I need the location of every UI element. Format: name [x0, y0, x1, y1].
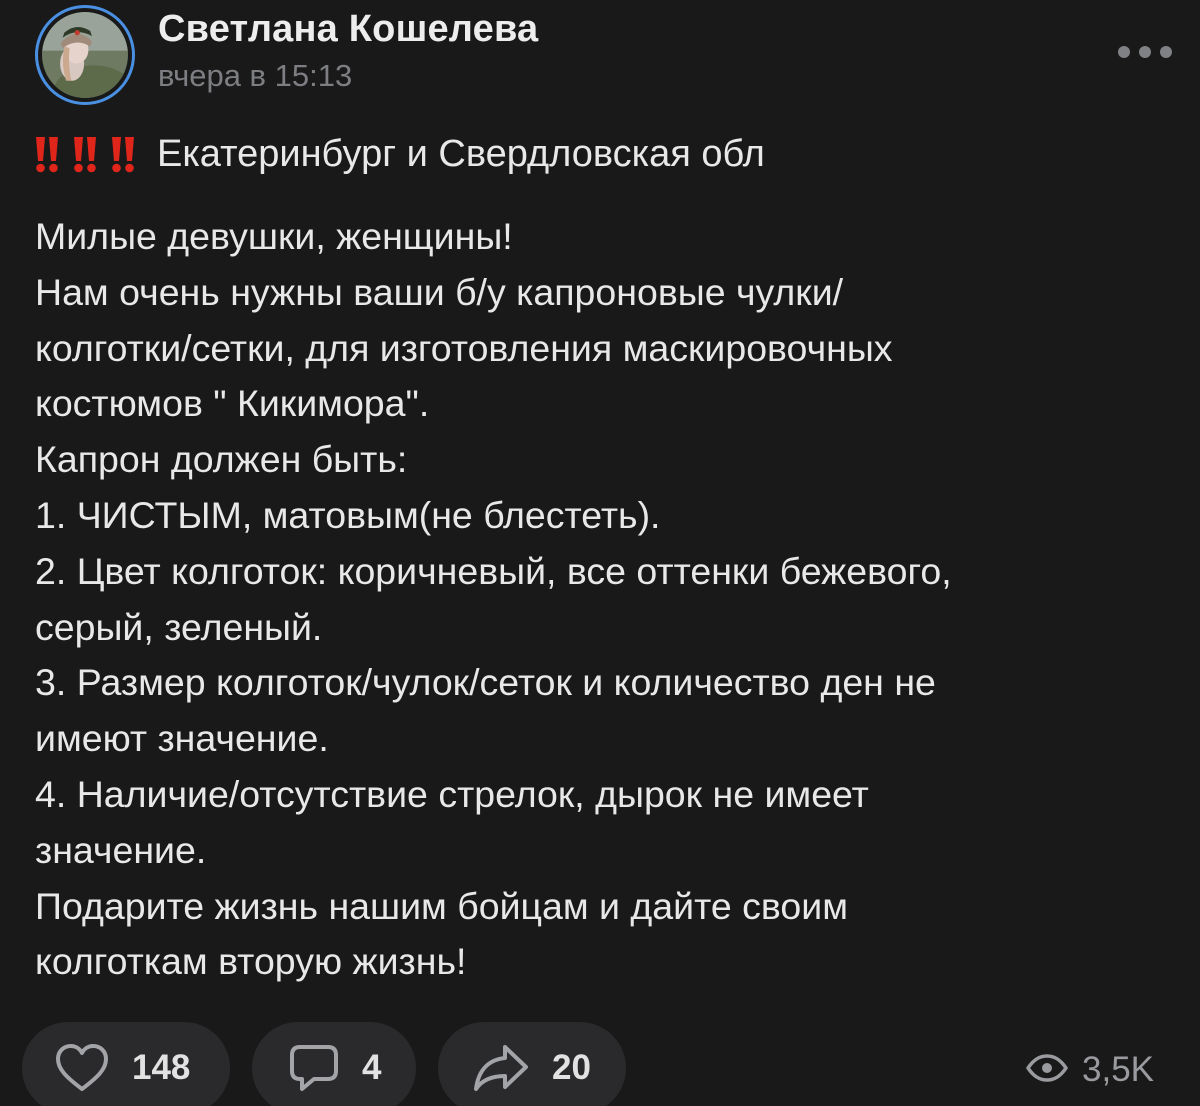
double-exclamation-icon [35, 135, 59, 173]
post-body-line: серый, зеленый. [35, 605, 323, 648]
post-headline: Екатеринбург и Свердловская обл [35, 126, 765, 182]
avatar-image [42, 12, 128, 98]
post-body-line: колготкам вторую жизнь! [35, 940, 467, 983]
post-body-line: имеют значение. [35, 717, 329, 760]
heart-icon [54, 1043, 110, 1093]
double-exclamation-icon [111, 135, 135, 173]
share-button[interactable]: 20 [438, 1022, 626, 1106]
post-body-line: Нам очень нужны ваши б/у капроновые чулк… [35, 270, 844, 313]
avatar[interactable] [35, 5, 135, 105]
views-count: 3,5K [1082, 1050, 1154, 1089]
author-name[interactable]: Светлана Кошелева [158, 8, 538, 51]
post-body-line: костюмов " Кикимора". [35, 382, 430, 425]
comment-count: 4 [362, 1048, 382, 1087]
share-arrow-icon [472, 1043, 530, 1093]
post-body-line: 2. Цвет колготок: коричневый, все оттенк… [35, 549, 952, 592]
double-exclamation-icon-group [35, 135, 135, 173]
post-body-line: Капрон должен быть: [35, 438, 408, 481]
more-options-button[interactable] [1118, 38, 1172, 66]
post-body-line: 4. Наличие/отсутствие стрелок, дырок не … [35, 772, 869, 815]
post-body-line: колготки/сетки, для изготовления маскиро… [35, 326, 893, 369]
post-card: Светлана Кошелева вчера в 15:13 Екатерин… [0, 0, 1200, 1106]
post-body-line: значение. [35, 828, 207, 871]
eye-icon [1026, 1053, 1068, 1088]
share-count: 20 [552, 1048, 591, 1087]
comment-button[interactable]: 4 [252, 1022, 416, 1106]
views-counter: 3,5K [1026, 1045, 1154, 1095]
like-count: 148 [132, 1048, 191, 1087]
post-body: Милые девушки, женщины! Нам очень нужны … [35, 209, 1175, 990]
like-button[interactable]: 148 [22, 1022, 230, 1106]
more-horizontal-icon [1118, 46, 1130, 58]
post-timestamp[interactable]: вчера в 15:13 [158, 58, 352, 94]
more-horizontal-icon-dot [1139, 46, 1151, 58]
double-exclamation-icon [73, 135, 97, 173]
comment-icon [288, 1043, 340, 1093]
more-horizontal-icon-dot [1160, 46, 1172, 58]
headline-text: Екатеринбург и Свердловская обл [157, 132, 765, 175]
post-body-line: 3. Размер колготок/чулок/сеток и количес… [35, 661, 936, 704]
post-body-line: Подарите жизнь нашим бойцам и дайте свои… [35, 884, 848, 927]
post-body-line: Милые девушки, женщины! [35, 215, 513, 257]
post-body-line: 1. ЧИСТЫМ, матовым(не блестеть). [35, 493, 661, 536]
